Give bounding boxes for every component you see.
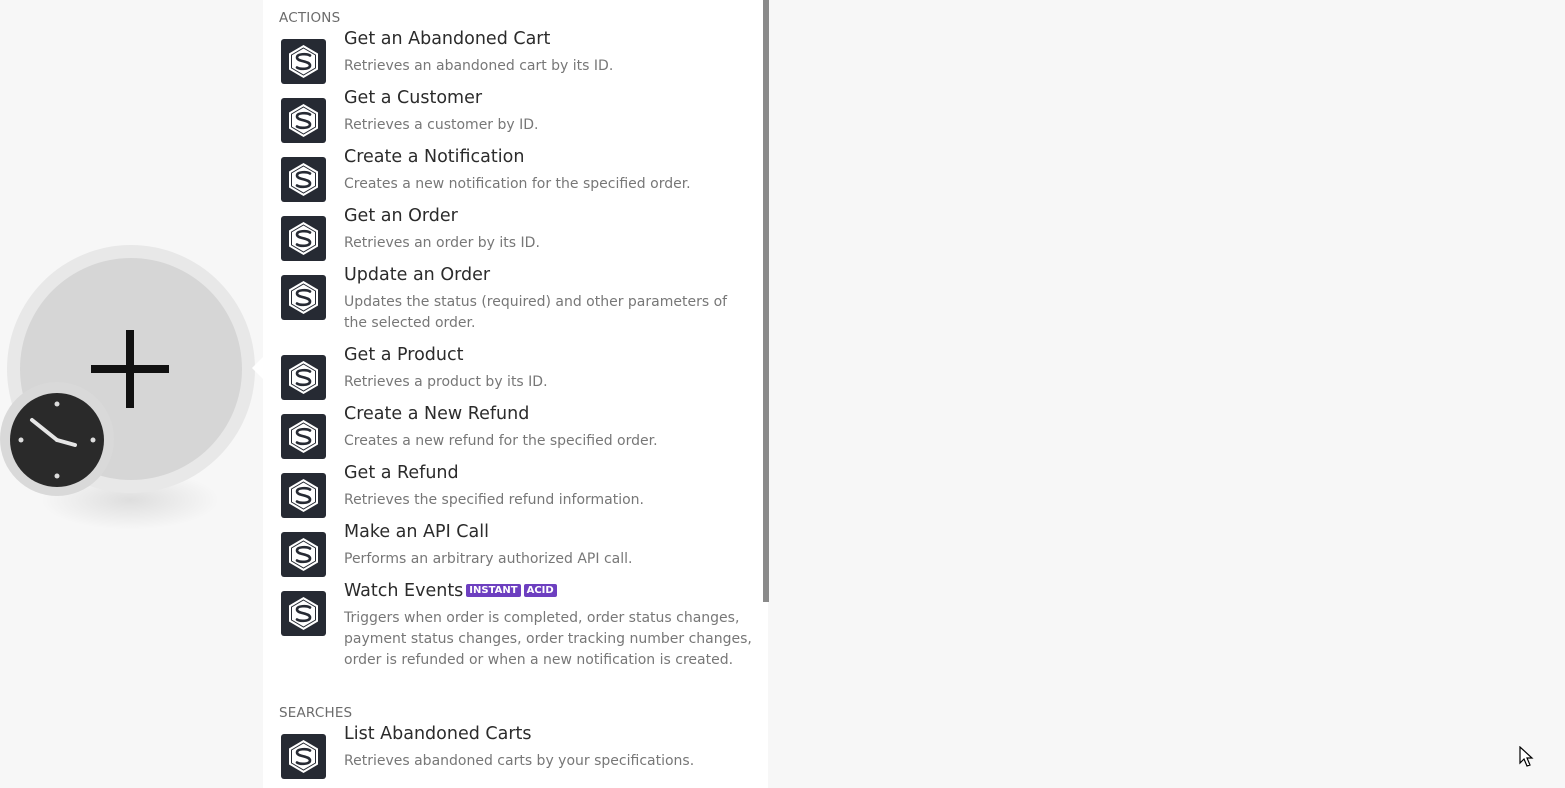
search-title-text: List Abandoned Carts <box>344 724 532 744</box>
action-title: Get an Order <box>344 206 458 226</box>
clock-icon[interactable] <box>10 393 104 487</box>
action-description: Performs an arbitrary authorized API cal… <box>344 551 633 567</box>
search-description: Retrieves abandoned carts by your specif… <box>344 753 695 769</box>
action-description: Updates the status (required) and other … <box>344 294 728 331</box>
mouse-cursor-icon <box>1519 746 1534 767</box>
action-description: Retrieves the specified refund informati… <box>344 492 645 508</box>
app-logo-icon <box>281 473 326 518</box>
app-logo-icon <box>281 157 326 202</box>
action-description: Retrieves an abandoned cart by its ID. <box>344 58 614 74</box>
action-title: Create a Notification <box>344 147 524 167</box>
action-title-text: Make an API Call <box>344 522 489 542</box>
action-description: Creates a new refund for the specified o… <box>344 433 658 449</box>
action-title: Get a Refund <box>344 463 459 483</box>
action-title-text: Get a Customer <box>344 88 483 108</box>
search-title: List Abandoned Carts <box>344 724 532 744</box>
app-logo-icon <box>281 275 326 320</box>
action-description: Retrieves a product by its ID. <box>344 374 548 390</box>
app-logo-icon <box>281 414 326 459</box>
action-title-text: Get a Product <box>344 345 464 365</box>
action-title-text: Create a New Refund <box>344 404 530 424</box>
action-title: Make an API Call <box>344 522 489 542</box>
action-title-text: Watch Events <box>344 581 464 601</box>
app-logo-icon <box>281 216 326 261</box>
action-title-text: Create a Notification <box>344 147 525 167</box>
instant-badge: INSTANT <box>466 584 521 597</box>
actions-header: ACTIONS <box>279 10 341 26</box>
app-logo-icon <box>281 98 326 143</box>
action-title-text: Get a Refund <box>344 463 459 483</box>
action-description: Retrieves an order by its ID. <box>344 235 540 251</box>
action-description: Retrieves a customer by ID. <box>344 117 539 133</box>
app-logo-icon <box>281 355 326 400</box>
action-title: Create a New Refund <box>344 404 529 424</box>
action-title-text: Update an Order <box>344 265 491 285</box>
acid-badge: ACID <box>523 584 557 597</box>
action-title: Get a Product <box>344 345 463 365</box>
module-picker-panel[interactable]: ACTIONS Get an Abandoned Cart Retrieves a… <box>263 0 768 788</box>
app-logo-icon <box>281 532 326 577</box>
panel-scrollbar[interactable] <box>763 0 769 602</box>
action-title: Watch Events INSTANT ACID <box>344 581 557 601</box>
action-title: Get a Customer <box>344 88 482 108</box>
action-description: Creates a new notification for the speci… <box>344 176 691 192</box>
app-logo-icon <box>281 734 326 779</box>
app-logo-icon <box>281 591 326 636</box>
action-description: Triggers when order is completed, order … <box>344 610 752 668</box>
action-title: Get an Abandoned Cart <box>344 29 550 49</box>
action-title: Update an Order <box>344 265 490 285</box>
action-title-text: Get an Order <box>344 206 458 226</box>
action-title-text: Get an Abandoned Cart <box>344 29 551 49</box>
searches-header: SEARCHES <box>279 705 353 721</box>
app-logo-icon <box>281 39 326 84</box>
